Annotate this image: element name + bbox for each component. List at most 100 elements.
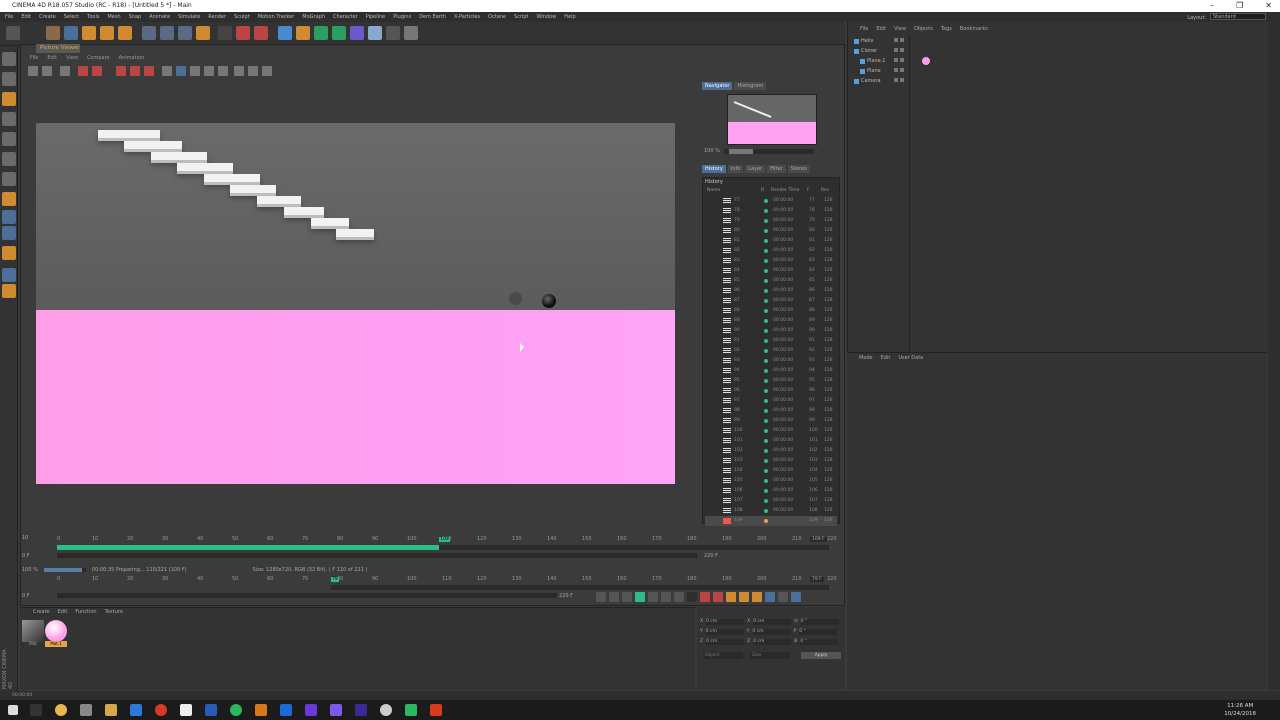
media-encoder-icon[interactable] <box>355 704 367 716</box>
menu-render[interactable]: Render <box>208 12 226 22</box>
pv-menu-animation[interactable]: Animation <box>119 55 145 61</box>
select-tool-icon[interactable] <box>46 26 60 40</box>
mat-menu-edit[interactable]: Edit <box>58 609 68 615</box>
scene-current-field[interactable]: 79 F <box>810 577 824 582</box>
x-axis-icon[interactable] <box>142 26 156 40</box>
timeline-current-field[interactable]: 109 F <box>810 537 827 542</box>
coordinate-system-icon[interactable] <box>196 26 210 40</box>
timeline-start-field[interactable]: 0 F <box>22 553 30 559</box>
tab-filter[interactable]: Filter <box>767 165 786 173</box>
pla-key-icon[interactable] <box>791 592 801 602</box>
object-row[interactable]: Cloner <box>852 46 909 56</box>
history-row[interactable]: 101 00:00:00 101 128 <box>705 436 837 446</box>
timeline-range-bar[interactable] <box>57 553 697 558</box>
scene-range-bar[interactable] <box>57 593 557 598</box>
menu-simulate[interactable]: Simulate <box>178 12 200 22</box>
word-icon[interactable] <box>205 704 217 716</box>
scene-current-frame[interactable]: 79 <box>331 577 339 582</box>
menu-octane[interactable]: Octane <box>488 12 506 22</box>
make-editable-icon[interactable] <box>2 52 16 66</box>
render-region-icon[interactable] <box>92 66 102 76</box>
add-tool-icon[interactable] <box>118 26 132 40</box>
history-row[interactable]: 84 00:00:00 84 128 <box>705 266 837 276</box>
loop-icon[interactable] <box>687 592 697 602</box>
history-row[interactable]: 103 00:00:00 103 128 <box>705 456 837 466</box>
render-visibility-icon[interactable] <box>900 68 904 72</box>
keyframe-selection-icon[interactable] <box>726 592 736 602</box>
coord-size-field[interactable]: 0 cm <box>753 639 792 645</box>
coord-size-field[interactable]: 0 cm <box>752 629 791 635</box>
ab-compare-icon[interactable] <box>116 66 126 76</box>
history-row[interactable]: 100 00:00:00 100 128 <box>705 426 837 436</box>
coord-rotation-field[interactable]: 0 ° <box>800 619 839 625</box>
restore-icon[interactable]: ❐ <box>1236 0 1243 12</box>
menu-window[interactable]: Window <box>537 12 557 22</box>
opera-icon[interactable] <box>155 704 167 716</box>
cube-icon[interactable] <box>278 26 292 40</box>
history-row[interactable]: 104 00:00:00 104 128 <box>705 466 837 476</box>
history-row[interactable]: 109 109 128 <box>705 516 837 526</box>
render-icon[interactable] <box>78 66 88 76</box>
material-swatch[interactable] <box>22 620 44 642</box>
object-row[interactable]: Camera <box>852 76 909 86</box>
scale-tool-icon[interactable] <box>82 26 96 40</box>
close-icon[interactable]: ✕ <box>1265 0 1272 12</box>
history-row[interactable]: 92 00:00:00 92 128 <box>705 346 837 356</box>
camera-icon[interactable] <box>386 26 400 40</box>
menu-character[interactable]: Character <box>333 12 358 22</box>
coord-size-select[interactable]: Size <box>750 652 790 659</box>
chrome-icon[interactable] <box>55 704 67 716</box>
menu-file[interactable]: File <box>5 12 13 22</box>
visibility-icon[interactable] <box>894 48 898 52</box>
menu-script[interactable]: Script <box>514 12 529 22</box>
col-f[interactable]: F <box>807 188 821 193</box>
visibility-icon[interactable] <box>894 58 898 62</box>
snapshot-icon[interactable] <box>234 66 244 76</box>
material-tag-icon[interactable] <box>922 57 930 65</box>
tab-history[interactable]: History <box>702 165 726 173</box>
timeline-end-field[interactable]: 220 F <box>704 553 718 559</box>
tab-navigator[interactable]: Navigator <box>702 82 733 90</box>
model-mode-icon[interactable] <box>2 72 16 86</box>
render-visibility-icon[interactable] <box>900 58 904 62</box>
lock-workplane-icon[interactable] <box>2 246 16 260</box>
timeline-track[interactable] <box>57 545 829 550</box>
col-name[interactable]: Name <box>707 188 761 193</box>
history-row[interactable]: 96 00:00:00 96 128 <box>705 386 837 396</box>
explorer-icon[interactable] <box>80 704 92 716</box>
fit-icon[interactable] <box>162 66 172 76</box>
coord-position-field[interactable]: 0 cm <box>706 619 745 625</box>
coord-mode-select[interactable]: Object <box>703 652 743 659</box>
history-row[interactable]: 89 00:00:00 89 128 <box>705 316 837 326</box>
visibility-icon[interactable] <box>894 78 898 82</box>
file-explorer-icon[interactable] <box>105 704 117 716</box>
menu-dem-earth[interactable]: Dem Earth <box>419 12 446 22</box>
menu-help[interactable]: Help <box>564 12 575 22</box>
edges-mode-icon[interactable] <box>2 152 16 166</box>
texture-mode-icon[interactable] <box>2 92 16 106</box>
record-icon[interactable] <box>700 592 710 602</box>
grid-icon[interactable] <box>2 284 16 298</box>
after-effects-icon[interactable] <box>330 704 342 716</box>
snap-icon[interactable] <box>2 226 16 240</box>
task-view-icon[interactable] <box>30 704 42 716</box>
tab-stereo[interactable]: Stereo <box>787 165 810 173</box>
coord-position-field[interactable]: 0 cm <box>705 629 744 635</box>
axis-mode-icon[interactable] <box>2 192 16 206</box>
obj-menu-bookmarks[interactable]: Bookmarks <box>960 26 988 32</box>
visibility-icon[interactable] <box>894 38 898 42</box>
rotate-tool-icon[interactable] <box>100 26 114 40</box>
coord-rotation-field[interactable]: 0 ° <box>800 639 839 645</box>
history-row[interactable]: 81 00:00:00 81 128 <box>705 236 837 246</box>
menu-animate[interactable]: Animate <box>149 12 170 22</box>
show-region-icon[interactable] <box>144 66 154 76</box>
position-key-icon[interactable] <box>739 592 749 602</box>
minimize-icon[interactable]: – <box>1210 0 1214 12</box>
cinema4d-icon[interactable] <box>380 704 392 716</box>
menu-mesh[interactable]: Mesh <box>107 12 120 22</box>
stop-render-icon[interactable] <box>60 66 70 76</box>
menu-select[interactable]: Select <box>64 12 79 22</box>
history-row[interactable]: 102 00:00:00 102 128 <box>705 446 837 456</box>
apply-button[interactable]: Apply <box>801 652 841 659</box>
history-row[interactable]: 106 00:00:00 106 128 <box>705 486 837 496</box>
